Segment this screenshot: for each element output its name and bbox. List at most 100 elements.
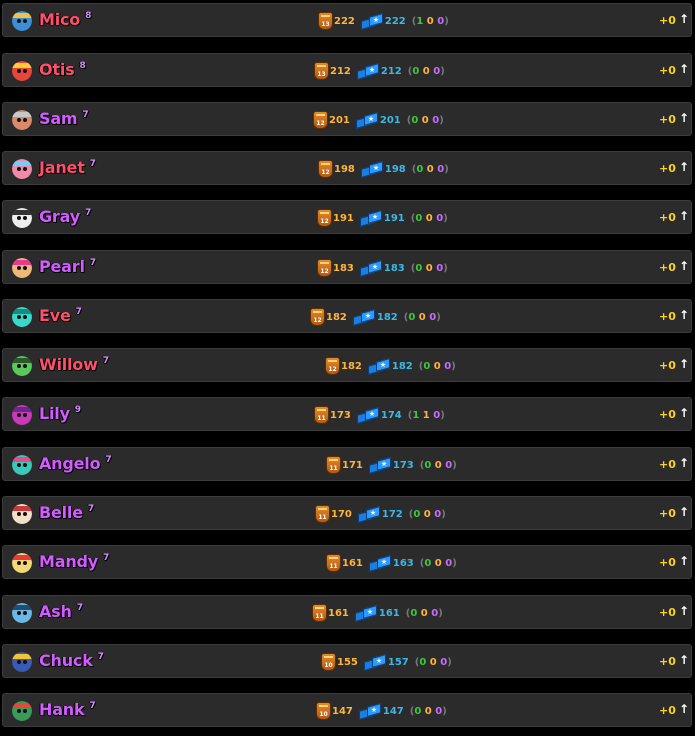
- avatar-eye: [23, 660, 27, 664]
- brawler-row[interactable]: Belle 7 11 170 ★ 172 (0 0 0) +0 ↑: [2, 496, 692, 530]
- highest-trophies: 212: [380, 65, 402, 77]
- brawler-name[interactable]: Hank 7: [39, 700, 96, 719]
- avatar-eye: [17, 660, 21, 664]
- brawler-name[interactable]: Chuck 7: [39, 651, 104, 670]
- trophy-box-icon: ★: [368, 555, 391, 572]
- avatar-eye: [23, 709, 27, 713]
- stat-wins: 0: [414, 705, 422, 717]
- trophy-group: 10 147 ★ 147 (0 0 0): [316, 701, 447, 721]
- brawler-row[interactable]: Otis 8 13 212 ★ 212 (0 0 0) +0 ↑: [2, 53, 692, 87]
- brawler-avatar: [12, 652, 32, 672]
- brawler-name[interactable]: Otis 8: [39, 60, 86, 79]
- avatar-eye: [17, 561, 21, 565]
- brawler-row[interactable]: Mandy 7 11 161 ★ 163 (0 0 0) +0 ↑: [2, 545, 692, 579]
- brawler-name[interactable]: Willow 7: [39, 355, 109, 374]
- trophy-change: +0: [659, 458, 676, 471]
- up-arrow-icon[interactable]: ↑: [679, 308, 689, 322]
- brawler-avatar: [12, 208, 32, 228]
- brawler-name[interactable]: Eve 7: [39, 306, 82, 325]
- avatar-eye: [17, 315, 21, 319]
- brawler-row[interactable]: Ash 7 11 161 ★ 161 (0 0 0) +0 ↑: [2, 595, 692, 629]
- up-arrow-icon[interactable]: ↑: [679, 62, 689, 76]
- trophy-group: 10 155 ★ 157 (0 0 0): [321, 652, 452, 672]
- current-trophies: 198: [334, 163, 355, 175]
- stat-star: 0: [433, 65, 441, 77]
- highest-trophies: 147: [382, 705, 404, 717]
- brawler-avatar: [12, 110, 32, 130]
- power-level: 9: [74, 405, 81, 415]
- brawler-avatar: [12, 455, 32, 475]
- highest-trophies-group: ★ 201: [355, 112, 401, 129]
- trophy-box-icon: ★: [359, 210, 382, 227]
- highest-trophies-group: ★ 172: [357, 506, 403, 523]
- brawler-name-text: Gray: [39, 207, 80, 226]
- brawler-name[interactable]: Pearl 7: [39, 257, 96, 276]
- up-arrow-icon[interactable]: ↑: [679, 209, 689, 223]
- trophy-change: +0: [659, 408, 676, 421]
- stat-star: 0: [433, 409, 441, 421]
- up-arrow-icon[interactable]: ↑: [679, 160, 689, 174]
- trophy-box-icon: ★: [356, 63, 379, 80]
- brawler-name[interactable]: Gray 7: [39, 207, 91, 226]
- trophy-box-icon: ★: [360, 161, 383, 178]
- stat-wins: 1: [412, 409, 420, 421]
- up-arrow-icon[interactable]: ↑: [679, 505, 689, 519]
- match-stats: (1 0 0): [411, 15, 449, 27]
- power-level: 7: [76, 603, 83, 613]
- brawler-row[interactable]: Pearl 7 12 183 ★ 183 (0 0 0) +0 ↑: [2, 250, 692, 284]
- brawler-row[interactable]: Angelo 7 11 171 ★ 173 (0 0 0) +0 ↑: [2, 447, 692, 481]
- highest-trophies-group: ★ 147: [358, 703, 404, 720]
- up-arrow-icon[interactable]: ↑: [679, 357, 689, 371]
- trophy-change: +0: [659, 556, 676, 569]
- trophy-box-icon: ★: [352, 309, 375, 326]
- stat-star: 0: [434, 508, 442, 520]
- up-arrow-icon[interactable]: ↑: [679, 259, 689, 273]
- brawler-row[interactable]: Sam 7 12 201 ★ 201 (0 0 0) +0 ↑: [2, 102, 692, 136]
- avatar-eye: [23, 413, 27, 417]
- up-arrow-icon[interactable]: ↑: [679, 12, 689, 26]
- brawler-row[interactable]: Janet 7 12 198 ★ 198 (0 0 0) +0 ↑: [2, 151, 692, 185]
- trophy-change: +0: [659, 113, 676, 126]
- up-arrow-icon[interactable]: ↑: [679, 604, 689, 618]
- brawler-name[interactable]: Mico 8: [39, 10, 91, 29]
- up-arrow-icon[interactable]: ↑: [679, 456, 689, 470]
- brawler-name[interactable]: Belle 7: [39, 503, 94, 522]
- brawler-row[interactable]: Lily 9 11 173 ★ 174 (1 1 0) +0 ↑: [2, 397, 692, 431]
- brawler-row[interactable]: Eve 7 12 182 ★ 182 (0 0 0) +0 ↑: [2, 299, 692, 333]
- brawler-name[interactable]: Angelo 7: [39, 454, 112, 473]
- up-arrow-icon[interactable]: ↑: [679, 653, 689, 667]
- brawler-row[interactable]: Chuck 7 10 155 ★ 157 (0 0 0) +0 ↑: [2, 644, 692, 678]
- current-trophies: 201: [329, 114, 350, 126]
- up-arrow-icon[interactable]: ↑: [679, 554, 689, 568]
- brawler-name-text: Eve: [39, 306, 71, 325]
- brawler-row[interactable]: Gray 7 12 191 ★ 191 (0 0 0) +0 ↑: [2, 200, 692, 234]
- brawler-name[interactable]: Ash 7: [39, 602, 83, 621]
- brawler-name[interactable]: Mandy 7: [39, 552, 109, 571]
- trophy-change: +0: [659, 211, 676, 224]
- brawler-row[interactable]: Willow 7 12 182 ★ 182 (0 0 0) +0 ↑: [2, 348, 692, 382]
- trophy-box-icon: ★: [355, 112, 378, 129]
- brawler-row[interactable]: Hank 7 10 147 ★ 147 (0 0 0) +0 ↑: [2, 693, 692, 727]
- brawler-name[interactable]: Janet 7: [39, 158, 96, 177]
- avatar-eye: [23, 364, 27, 368]
- stat-mvp: 0: [422, 65, 430, 77]
- up-arrow-icon[interactable]: ↑: [679, 111, 689, 125]
- stat-mvp: 0: [426, 163, 434, 175]
- trophy-group: 13 222 ★ 222 (1 0 0): [318, 11, 449, 31]
- rank-badge-icon: 11: [312, 604, 327, 622]
- brawler-name[interactable]: Sam 7: [39, 109, 89, 128]
- brawler-row[interactable]: Mico 8 13 222 ★ 222 (1 0 0) +0 ↑: [2, 3, 692, 37]
- stat-wins: 0: [424, 459, 432, 471]
- up-arrow-icon[interactable]: ↑: [679, 702, 689, 716]
- highest-trophies-group: ★ 222: [360, 13, 406, 30]
- trophy-group: 11 161 ★ 163 (0 0 0): [326, 553, 457, 573]
- current-trophies: 182: [341, 360, 362, 372]
- highest-trophies-group: ★ 163: [368, 555, 414, 572]
- trophy-change: +0: [659, 359, 676, 372]
- brawler-name[interactable]: Lily 9: [39, 404, 81, 423]
- up-arrow-icon[interactable]: ↑: [679, 406, 689, 420]
- highest-trophies: 174: [380, 409, 402, 421]
- brawler-name-text: Sam: [39, 109, 78, 128]
- avatar-eye: [17, 216, 21, 220]
- avatar-band: [12, 654, 32, 659]
